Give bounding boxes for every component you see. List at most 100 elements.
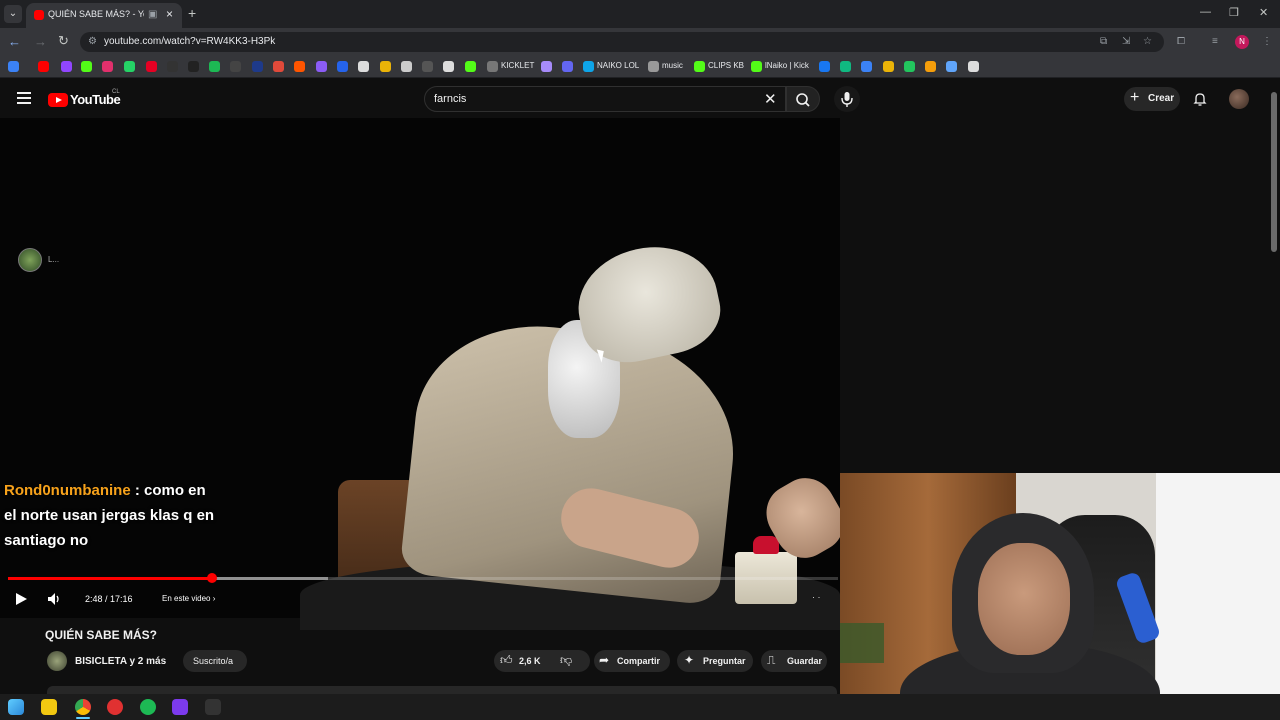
translate-icon[interactable]: ⧉ — [1100, 36, 1107, 47]
bookmark-red-icon[interactable] — [273, 61, 284, 72]
new-tab-button[interactable]: + — [188, 5, 196, 21]
windows-start-icon[interactable] — [8, 699, 24, 715]
clear-search-icon[interactable]: ✕ — [764, 90, 777, 108]
bookmark-whatsapp-icon[interactable] — [124, 61, 135, 72]
bookmark-naiko-lol[interactable]: NAIKO LOL — [597, 61, 639, 70]
search-input-value[interactable]: farncis — [434, 93, 466, 105]
like-count[interactable]: 2,6 K — [519, 656, 541, 666]
discord-icon[interactable] — [172, 699, 188, 715]
bookmark-diamond-icon[interactable] — [443, 61, 454, 72]
voice-search-button[interactable] — [834, 86, 860, 112]
bookmark-chart-icon[interactable] — [861, 61, 872, 72]
bookmark-kick-icon[interactable] — [81, 61, 92, 72]
bookmark-soundcloud-icon[interactable] — [294, 61, 305, 72]
address-bar[interactable]: ⚙ youtube.com/watch?v=RW4KK3-H3Pk — [80, 32, 1164, 52]
close-window-icon[interactable]: ✕ — [1259, 6, 1268, 19]
bookmark-music[interactable]: music — [662, 61, 683, 70]
bookmark-naiko-kick[interactable]: lNaiko | Kick — [765, 61, 809, 70]
bookmark-cat-icon[interactable] — [401, 61, 412, 72]
bookmark-instagram-icon[interactable] — [102, 61, 113, 72]
bookmark-star-icon[interactable]: ☆ — [1143, 36, 1152, 47]
app-icon[interactable] — [205, 699, 221, 715]
hamburger-menu-icon[interactable] — [17, 92, 31, 104]
webcam-window — [1156, 473, 1280, 720]
page-scrollbar[interactable] — [1271, 92, 1277, 252]
file-explorer-icon[interactable] — [41, 699, 57, 715]
progress-scrubber-handle[interactable] — [207, 573, 217, 583]
obs-icon[interactable] — [107, 699, 123, 715]
bookmark-r-icon[interactable] — [883, 61, 894, 72]
volume-button[interactable] — [47, 592, 63, 606]
play-button[interactable] — [14, 592, 28, 606]
description-box[interactable] — [47, 686, 837, 694]
dislike-icon[interactable]: 👎︎ — [560, 653, 572, 668]
forward-icon[interactable]: → — [34, 34, 47, 49]
bookmark-discord-icon[interactable] — [541, 61, 552, 72]
profile-avatar[interactable]: N — [1235, 35, 1249, 49]
browser-menu-icon[interactable]: ⋮ — [1262, 36, 1272, 47]
bookmark-arrow-icon[interactable] — [465, 61, 476, 72]
bookmark-youtube-icon[interactable] — [38, 61, 49, 72]
reload-icon[interactable]: ↻ — [58, 33, 69, 49]
media-control-icon[interactable]: ≡ — [1212, 36, 1218, 47]
bookmark-grey-icon[interactable] — [422, 61, 433, 72]
bookmark-magnet-icon[interactable] — [925, 61, 936, 72]
channel-avatar[interactable] — [47, 651, 67, 671]
youtube-favicon-icon — [34, 10, 44, 20]
restore-icon[interactable]: ❐ — [1229, 6, 1239, 19]
bookmark-spotify-icon[interactable] — [209, 61, 220, 72]
bookmark-gear-icon[interactable] — [968, 61, 979, 72]
like-icon[interactable]: 👍︎ — [500, 653, 513, 668]
account-avatar[interactable] — [1229, 89, 1249, 109]
sparkle-icon: ✦ — [684, 653, 695, 667]
extensions-icon[interactable]: ⧠ — [1177, 36, 1185, 47]
install-app-icon[interactable]: ⇲ — [1122, 36, 1130, 47]
bookmark-blue-icon[interactable] — [252, 61, 263, 72]
bookmark-facebook-icon[interactable] — [819, 61, 830, 72]
bookmark-twitch-icon[interactable] — [61, 61, 72, 72]
chat-message-overlay: Rond0numbanine : como en el norte usan j… — [4, 478, 220, 553]
back-icon[interactable]: ← — [8, 34, 21, 49]
bookmark-globe-icon[interactable] — [358, 61, 369, 72]
media-playing-icon[interactable]: ▣ — [148, 9, 157, 20]
bookmark-kicklet[interactable]: KICKLET — [501, 61, 534, 70]
notifications-bell-icon[interactable] — [1193, 92, 1207, 106]
player-more-icon[interactable]: · · — [812, 592, 821, 602]
progress-played — [8, 577, 212, 580]
tab-search-button[interactable]: ⌄ — [4, 5, 22, 23]
bookmark-shield-icon[interactable] — [562, 61, 573, 72]
tab-close-icon[interactable]: × — [166, 7, 173, 21]
bookmark-x-icon[interactable] — [167, 61, 178, 72]
apps-icon[interactable] — [8, 61, 19, 72]
chrome-icon[interactable] — [75, 699, 91, 715]
bookmark-clips-kb[interactable]: CLIPS KB — [708, 61, 744, 70]
bookmark-pin-icon[interactable] — [146, 61, 157, 72]
browser-tab-active[interactable]: QUIÉN SABE MÁS? - YouTube ▣ × — [26, 3, 182, 28]
bookmark-kicklet-icon[interactable] — [487, 61, 498, 72]
site-info-icon[interactable]: ⚙ — [88, 36, 97, 47]
spotify-icon[interactable] — [140, 699, 156, 715]
bookmark-naiko-icon[interactable] — [583, 61, 594, 72]
search-input[interactable] — [424, 86, 786, 112]
youtube-logo-icon[interactable] — [48, 93, 68, 107]
chapters-button[interactable]: En este video › — [162, 594, 215, 603]
bookmark-loop-icon[interactable] — [946, 61, 957, 72]
video-scene-buzzer-button — [753, 536, 779, 554]
time-display: 2:48 / 17:16 — [85, 594, 133, 604]
bookmark-naiko-kick-icon[interactable] — [751, 61, 762, 72]
bookmark-s-icon[interactable] — [230, 61, 241, 72]
bookmark-plus-icon[interactable] — [904, 61, 915, 72]
chapters-label: En este video — [162, 594, 211, 603]
bookmark-search-icon[interactable] — [337, 61, 348, 72]
minimize-icon[interactable]: — — [1200, 6, 1211, 18]
bookmark-yellow-icon[interactable] — [380, 61, 391, 72]
bookmark-green-icon[interactable] — [840, 61, 851, 72]
bookmark-tiktok-icon[interactable] — [188, 61, 199, 72]
bookmark-music-icon[interactable] — [648, 61, 659, 72]
webcam-face — [978, 543, 1070, 655]
bookmark-purple-icon[interactable] — [316, 61, 327, 72]
search-button[interactable] — [786, 86, 820, 112]
channel-name[interactable]: BISICLETA y 2 más — [75, 656, 166, 667]
bookmark-clips-icon[interactable] — [694, 61, 705, 72]
ask-label: Preguntar — [703, 656, 746, 666]
